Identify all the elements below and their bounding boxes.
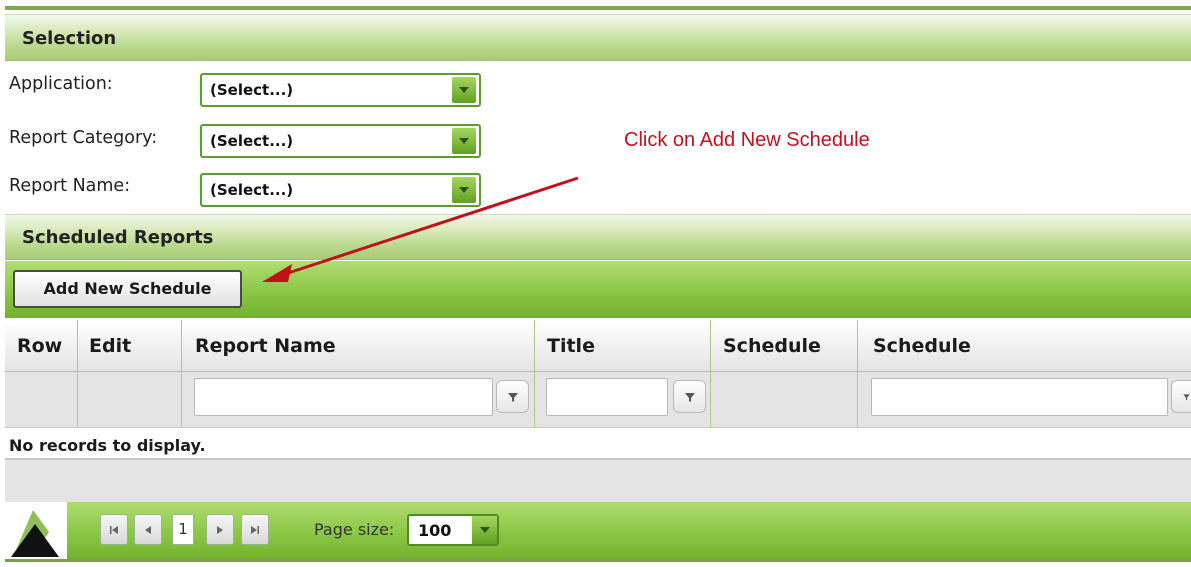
application-select[interactable]: (Select...) [200,73,481,107]
column-divider [181,320,182,428]
column-divider [534,320,535,428]
report-category-label: Report Category: [9,128,158,148]
application-select-value: (Select...) [210,81,294,99]
no-records-message: No records to display. [9,436,206,455]
next-page-icon[interactable] [206,514,234,545]
annotation-text: Click on Add New Schedule [624,129,870,151]
column-header-schedule[interactable]: Schedule [723,320,821,372]
application-label: Application: [9,74,113,94]
current-page-number[interactable]: 1 [172,514,194,545]
column-divider [77,320,78,428]
page-size-label: Page size: [314,520,395,539]
pager-bar [67,502,1191,559]
report-category-select-value: (Select...) [210,132,294,150]
report-category-select[interactable]: (Select...) [200,124,481,158]
bottom-rule [5,559,1191,562]
chevron-down-icon[interactable] [452,177,476,203]
previous-page-icon[interactable] [134,514,162,545]
logo-icon [5,502,67,559]
filter-icon[interactable] [496,380,529,413]
column-header-row[interactable]: Row [17,320,62,372]
report-name-select-value: (Select...) [210,181,294,199]
chevron-down-icon[interactable] [472,516,497,544]
add-new-schedule-button[interactable]: Add New Schedule [13,270,242,308]
chevron-down-icon[interactable] [452,128,476,154]
report-name-select[interactable]: (Select...) [200,173,481,207]
page-size-select[interactable]: 100 [407,514,499,546]
column-header-title[interactable]: Title [547,320,595,372]
selection-header: Selection [5,14,1191,61]
column-divider [857,320,858,428]
chevron-down-icon[interactable] [452,77,476,103]
report-name-filter-input[interactable] [194,378,493,416]
first-page-icon[interactable] [100,514,128,545]
schedule-filter-input[interactable] [871,378,1168,416]
grid-header [5,320,1191,372]
top-rule [5,6,1191,10]
column-header-report-name[interactable]: Report Name [195,320,336,372]
scheduled-reports-header: Scheduled Reports [5,214,1191,260]
report-name-label: Report Name: [9,176,131,196]
grid-empty-band [5,460,1191,502]
filter-icon[interactable] [1171,380,1191,413]
column-header-schedule-2[interactable]: Schedule [873,320,971,372]
filter-icon[interactable] [673,380,706,413]
last-page-icon[interactable] [241,514,269,545]
column-divider [710,320,711,428]
page-size-value: 100 [418,520,452,540]
column-header-edit[interactable]: Edit [89,320,131,372]
title-filter-input[interactable] [546,378,668,416]
